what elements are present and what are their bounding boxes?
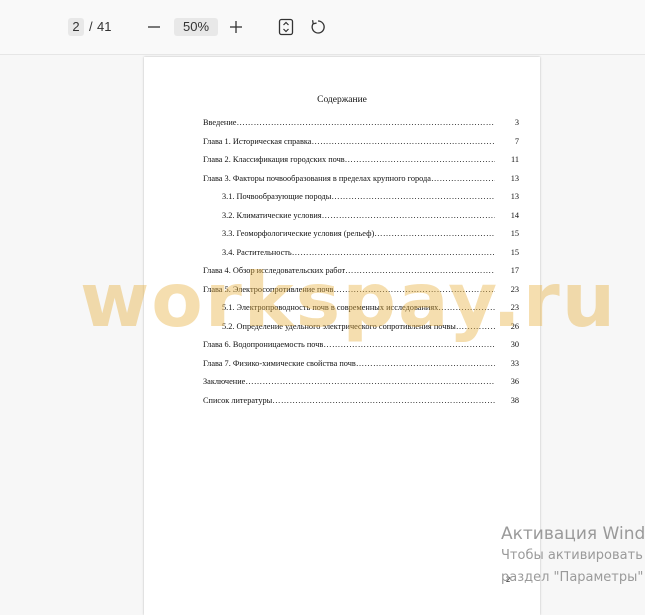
toc-entry[interactable]: Глава 1. Историческая справка 7 <box>203 136 519 155</box>
toc-entry-page: 26 <box>510 321 519 331</box>
toc-entry-title: Глава 5. Электросопротивление почв <box>203 284 334 294</box>
toc-entry-title: 3.3. Геоморфологические условия (рельеф) <box>222 229 375 238</box>
toc-entry-leader: Глава 5. Электросопротивление почв <box>203 284 495 296</box>
toc-entry-page: 13 <box>510 192 519 201</box>
toc-dot-leader <box>374 228 495 240</box>
toc-entry-title: Список литературы <box>203 395 273 405</box>
toc-entry-page: 11 <box>511 155 519 164</box>
toc-entry-page: 23 <box>510 303 519 312</box>
toc-dot-leader <box>272 395 495 407</box>
toc-entry-title: 3.1. Почвообразующие породы <box>222 192 332 201</box>
toc-entry-leader: Глава 7. Физико-химические свойства почв <box>203 358 495 370</box>
toc-entry-page: 23 <box>510 284 519 294</box>
toc-entry-page: 14 <box>510 210 519 220</box>
toc-entry-title: Заключение <box>203 377 246 386</box>
page-title: Содержание <box>317 95 367 105</box>
toc-entry-page: 38 <box>510 395 519 405</box>
toc-entry-title: 3.2. Климатические условия <box>222 210 322 220</box>
toc-entry[interactable]: Глава 4. Обзор исследовательских работ 17 <box>203 265 519 284</box>
toc-dot-leader <box>438 302 495 314</box>
toc-dot-leader <box>322 210 495 222</box>
toc-entry[interactable]: Глава 3. Факторы почвообразования в пред… <box>203 173 519 192</box>
pdf-toolbar: 2 / 41 50% <box>0 0 645 55</box>
toc-entry-page: 13 <box>510 173 519 183</box>
fit-page-button[interactable] <box>276 17 296 37</box>
toc-dot-leader <box>245 376 495 388</box>
toc-entry[interactable]: Глава 7. Физико-химические свойства почв… <box>203 358 519 377</box>
toc-entry-page: 36 <box>510 377 519 386</box>
zoom-level-input[interactable]: 50% <box>174 18 218 36</box>
toc-entry-leader: Заключение <box>203 376 495 388</box>
toc-entry-page: 7 <box>514 136 519 146</box>
toc-entry-title: Глава 2. Классификация городских почв <box>203 155 345 164</box>
toc-dot-leader <box>323 339 495 351</box>
toc-dot-leader <box>236 117 495 129</box>
toc-entry-page: 30 <box>510 340 519 349</box>
toc-entry-leader: 5.1. Электропроводность почв в современн… <box>203 302 495 314</box>
toc-entry-leader: 3.4. Растительность <box>203 247 495 259</box>
minus-icon <box>148 26 160 28</box>
toc-entry[interactable]: 3.4. Растительность 15 <box>203 247 519 266</box>
rotate-icon <box>311 20 325 34</box>
toc-dot-leader <box>431 173 495 185</box>
toc-entry-leader: Глава 6. Водопроницаемость почв <box>203 339 495 351</box>
toc-entry[interactable]: 3.1. Почвообразующие породы 13 <box>203 191 519 210</box>
toc-entry[interactable]: 5.1. Электропроводность почв в современн… <box>203 302 519 321</box>
toc-entry-title: Глава 4. Обзор исследовательских работ <box>203 266 346 275</box>
toc-entry-leader: 5.2. Определение удельного электрическог… <box>203 321 495 333</box>
toc-entry[interactable]: Глава 2. Классификация городских почв 11 <box>203 154 519 173</box>
toc-entry[interactable]: 3.2. Климатические условия 14 <box>203 210 519 229</box>
toc-entry-leader: 3.1. Почвообразующие породы <box>203 191 495 203</box>
table-of-contents: Введение3Глава 1. Историческая справка7Г… <box>203 117 519 413</box>
page-footer-number: 2 <box>506 574 511 584</box>
toc-entry-page: 3 <box>514 118 519 127</box>
toc-dot-leader <box>331 191 495 203</box>
toc-entry[interactable]: Заключение 36 <box>203 376 519 395</box>
toc-entry-leader: Глава 4. Обзор исследовательских работ <box>203 265 495 277</box>
toc-entry-leader: Введение <box>203 117 495 129</box>
toc-entry-title: Глава 1. Историческая справка <box>203 136 312 146</box>
toc-entry-title: 5.2. Определение удельного электрическог… <box>222 321 456 331</box>
fit-page-icon <box>278 18 294 36</box>
toc-entry-leader: 3.2. Климатические условия <box>203 210 495 222</box>
page-separator: / <box>89 19 93 34</box>
toc-entry[interactable]: Глава 6. Водопроницаемость почв 30 <box>203 339 519 358</box>
current-page-input[interactable]: 2 <box>68 18 84 36</box>
toc-entry[interactable]: Список литературы 38 <box>203 395 519 414</box>
zoom-out-button[interactable] <box>144 17 164 37</box>
toc-dot-leader <box>311 136 495 148</box>
document-page: Содержание Введение 3 Глава 1. Историческа… <box>144 57 540 615</box>
toc-entry[interactable]: Введение 3 <box>203 117 519 136</box>
toc-entry-title: 5.1. Электропроводность почв в современн… <box>222 303 439 312</box>
toc-entry-page: 33 <box>510 358 519 368</box>
toc-entry-leader: Глава 3. Факторы почвообразования в пред… <box>203 173 495 185</box>
plus-icon <box>230 21 242 33</box>
toc-entry-page: 15 <box>510 229 519 238</box>
toc-entry-title: Глава 6. Водопроницаемость почв <box>203 340 324 349</box>
toc-entry-title: Глава 7. Физико-химические свойства почв <box>203 358 356 368</box>
toc-entry[interactable]: 5.2. Определение удельного электрическог… <box>203 321 519 340</box>
toc-entry-leader: Глава 1. Историческая справка <box>203 136 495 148</box>
toc-entry[interactable]: Глава 5. Электросопротивление почв 23 <box>203 284 519 303</box>
toc-entry-title: Глава 3. Факторы почвообразования в пред… <box>203 173 431 183</box>
toc-dot-leader <box>345 154 495 166</box>
rotate-button[interactable] <box>308 17 328 37</box>
toc-dot-leader <box>345 265 495 277</box>
toc-entry[interactable]: 3.3. Геоморфологические условия (рельеф)… <box>203 228 519 247</box>
toc-entry-title: Введение <box>203 118 237 127</box>
toc-entry-page: 15 <box>510 247 519 257</box>
toc-entry-leader: Глава 2. Классификация городских почв <box>203 154 495 166</box>
toc-dot-leader <box>333 284 495 296</box>
toc-entry-page: 17 <box>510 266 519 275</box>
zoom-in-button[interactable] <box>226 17 246 37</box>
toc-entry-leader: Список литературы <box>203 395 495 407</box>
toc-entry-title: 3.4. Растительность <box>222 247 292 257</box>
total-pages: 41 <box>97 19 112 34</box>
toc-entry-leader: 3.3. Геоморфологические условия (рельеф) <box>203 228 495 240</box>
toc-dot-leader <box>456 321 495 333</box>
toc-dot-leader <box>292 247 495 259</box>
toc-dot-leader <box>356 358 495 370</box>
